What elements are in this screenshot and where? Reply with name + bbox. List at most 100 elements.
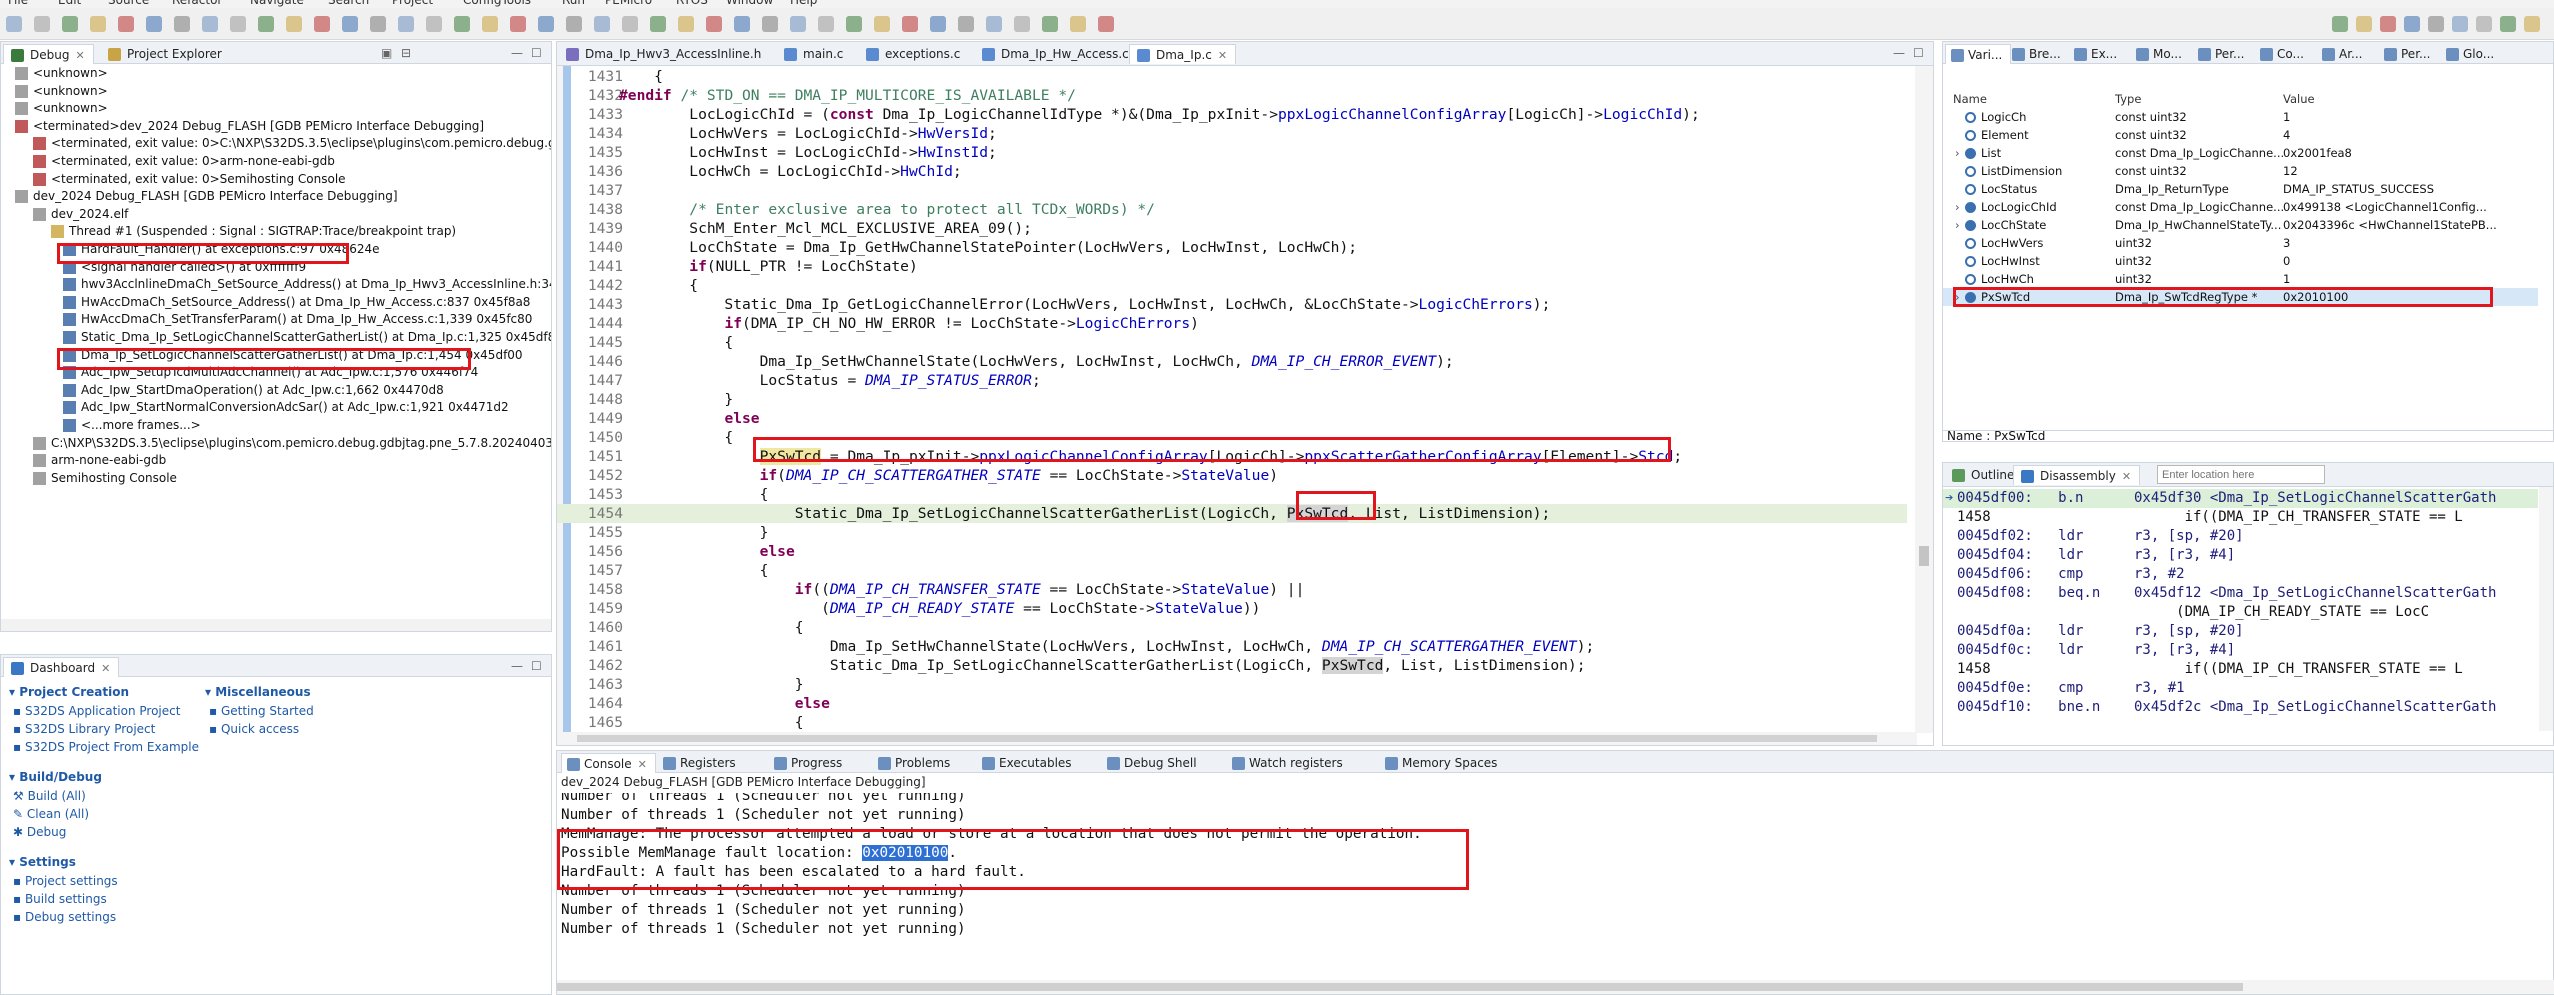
tab-debug-shell[interactable]: Debug Shell bbox=[1102, 753, 1205, 773]
toolbar-icon[interactable] bbox=[286, 16, 302, 32]
tab-watch-registers[interactable]: Watch registers bbox=[1227, 753, 1351, 773]
clean-all-link[interactable]: ✎ Clean (All) bbox=[13, 807, 89, 821]
tab-main-c[interactable]: main.c bbox=[777, 44, 851, 64]
editor-vscrollbar[interactable] bbox=[1915, 66, 1933, 733]
toolbar-icon[interactable] bbox=[566, 16, 582, 32]
disassembly-line[interactable]: 0045df08: beq.n 0x45df12 <Dma_Ip_SetLogi… bbox=[1943, 584, 2538, 603]
toolbar-icon[interactable] bbox=[874, 16, 890, 32]
variable-row[interactable]: LocStatus Dma_Ip_ReturnType DMA_IP_STATUS_… bbox=[1943, 180, 2538, 198]
toolbar-icon[interactable] bbox=[2428, 16, 2444, 32]
disassembly-line[interactable]: 0045df0a: ldr r3, [sp, #20] bbox=[1943, 622, 2538, 641]
minimize-icon[interactable]: — bbox=[511, 46, 523, 60]
s32ds-project-from-example-link[interactable]: ▪ S32DS Project From Example bbox=[13, 740, 199, 754]
tab-per[interactable]: Per... bbox=[2193, 44, 2252, 64]
settings-heading[interactable]: ▾ Settings bbox=[9, 855, 76, 869]
toolbar-icon[interactable] bbox=[930, 16, 946, 32]
expand-icon[interactable]: › bbox=[1955, 146, 1960, 160]
menu-item-file[interactable]: File bbox=[8, 0, 28, 7]
close-icon[interactable]: ✕ bbox=[1218, 49, 1227, 62]
toolbar-icon[interactable] bbox=[538, 16, 554, 32]
toolbar-icon[interactable] bbox=[734, 16, 750, 32]
toolbar-icon[interactable] bbox=[230, 16, 246, 32]
disassembly-vscrollbar[interactable] bbox=[2539, 487, 2553, 731]
editor-hscrollbar[interactable] bbox=[557, 732, 1917, 745]
menu-item-edit[interactable]: Edit bbox=[58, 0, 81, 7]
variable-row[interactable]: › List const Dma_Ip_LogicChanne... 0x2001fe… bbox=[1943, 144, 2538, 162]
variable-row[interactable]: LogicCh const uint32 1 bbox=[1943, 108, 2538, 126]
debug-settings-link[interactable]: ▪ Debug settings bbox=[13, 910, 116, 924]
toolbar-icon[interactable] bbox=[482, 16, 498, 32]
build-all-link[interactable]: ⚒ Build (All) bbox=[13, 789, 86, 803]
tab-debug[interactable]: Debug ✕ bbox=[3, 44, 94, 64]
maximize-icon[interactable]: ☐ bbox=[531, 659, 542, 673]
toolbar-icon[interactable] bbox=[818, 16, 834, 32]
tab-vari[interactable]: Vari... bbox=[1945, 44, 2012, 64]
scrollbar-thumb[interactable] bbox=[557, 983, 2243, 991]
variable-row[interactable]: LocHwVers uint32 3 bbox=[1943, 234, 2538, 252]
close-icon[interactable]: ✕ bbox=[101, 662, 110, 675]
debug-view-hscrollbar[interactable] bbox=[1, 619, 551, 631]
toolbar-icon[interactable] bbox=[2452, 16, 2468, 32]
variable-row[interactable]: Element const uint32 4 bbox=[1943, 126, 2538, 144]
menu-item-project[interactable]: Project bbox=[392, 0, 433, 7]
tab-registers[interactable]: Registers bbox=[658, 753, 744, 773]
menu-item-source[interactable]: Source bbox=[108, 0, 149, 7]
close-icon[interactable]: ✕ bbox=[75, 49, 84, 62]
tab-progress[interactable]: Progress bbox=[769, 753, 850, 773]
toolbar-icon[interactable] bbox=[202, 16, 218, 32]
maximize-icon[interactable]: ☐ bbox=[1913, 46, 1924, 60]
toolbar-icon[interactable] bbox=[2500, 16, 2516, 32]
menu-item-refactor[interactable]: Refactor bbox=[172, 0, 222, 7]
tab-outline[interactable]: Outline bbox=[1945, 465, 2022, 485]
minimize-icon[interactable]: — bbox=[511, 659, 523, 673]
toolbar-icon[interactable] bbox=[846, 16, 862, 32]
tab-disassembly[interactable]: Disassembly ✕ bbox=[2013, 465, 2141, 485]
disassembly-line[interactable]: 0045df04: ldr r3, [r3, #4] bbox=[1943, 546, 2538, 565]
project-settings-link[interactable]: ▪ Project settings bbox=[13, 874, 118, 888]
toolbar-icon[interactable] bbox=[678, 16, 694, 32]
disassembly-line[interactable]: 1458 if((DMA_IP_CH_TRANSFER_STATE == L bbox=[1943, 508, 2538, 527]
toolbar-icon[interactable] bbox=[34, 16, 50, 32]
tab-problems[interactable]: Problems bbox=[873, 753, 958, 773]
view-menu-icon[interactable]: ▣ bbox=[381, 46, 392, 60]
disassembly-line[interactable]: 0045df02: ldr r3, [sp, #20] bbox=[1943, 527, 2538, 546]
toolbar-icon[interactable] bbox=[6, 16, 22, 32]
menu-item-pemicro[interactable]: PEMicro bbox=[605, 0, 652, 7]
debug-link[interactable]: ✱ Debug bbox=[13, 825, 66, 839]
collapse-all-icon[interactable]: ⊟ bbox=[401, 46, 411, 60]
column-type[interactable]: Type bbox=[2115, 92, 2141, 106]
toolbar-icon[interactable] bbox=[426, 16, 442, 32]
disassembly-line[interactable]: 0045df06: cmp r3, #2 bbox=[1943, 565, 2538, 584]
toolbar-icon[interactable] bbox=[258, 16, 274, 32]
menu-item-navigate[interactable]: Navigate bbox=[250, 0, 304, 7]
s32ds-library-project-link[interactable]: ▪ S32DS Library Project bbox=[13, 722, 155, 736]
scrollbar-thumb[interactable] bbox=[1919, 546, 1929, 566]
menu-item-window[interactable]: Window bbox=[726, 0, 773, 7]
tab-ar[interactable]: Ar... bbox=[2317, 44, 2370, 64]
build-settings-link[interactable]: ▪ Build settings bbox=[13, 892, 107, 906]
toolbar-icon[interactable] bbox=[1098, 16, 1114, 32]
disassembly-line[interactable]: 1458 if((DMA_IP_CH_TRANSFER_STATE == L bbox=[1943, 660, 2538, 679]
menu-item-search[interactable]: Search bbox=[328, 0, 369, 7]
location-input[interactable] bbox=[2157, 465, 2325, 484]
toolbar-icon[interactable] bbox=[454, 16, 470, 32]
tab-project-explorer[interactable]: Project Explorer bbox=[101, 44, 230, 64]
expand-icon[interactable]: › bbox=[1955, 218, 1960, 232]
toolbar-icon[interactable] bbox=[1070, 16, 1086, 32]
tab-dma-ip-hwv3-accessinline-h[interactable]: Dma_Ip_Hwv3_AccessInline.h bbox=[559, 44, 769, 64]
tab-per[interactable]: Per... bbox=[2379, 44, 2438, 64]
tab-glo[interactable]: Glo... bbox=[2441, 44, 2502, 64]
toolbar-icon[interactable] bbox=[314, 16, 330, 32]
toolbar-icon[interactable] bbox=[342, 16, 358, 32]
tab-console[interactable]: Console ✕ bbox=[561, 753, 656, 773]
toolbar-icon[interactable] bbox=[902, 16, 918, 32]
disassembly-line[interactable]: 0045df0c: ldr r3, [r3, #4] bbox=[1943, 641, 2538, 660]
menu-item-configtools[interactable]: ConfigTools bbox=[463, 0, 531, 7]
tab-exceptions-c[interactable]: exceptions.c bbox=[859, 44, 968, 64]
variable-row[interactable]: LocHwInst uint32 0 bbox=[1943, 252, 2538, 270]
selected-fault-address[interactable]: 0x02010100 bbox=[862, 845, 949, 861]
toolbar-icon[interactable] bbox=[398, 16, 414, 32]
menu-item-rtos[interactable]: RTOS bbox=[676, 0, 708, 7]
tab-co[interactable]: Co... bbox=[2255, 44, 2312, 64]
getting-started-link[interactable]: ▪ Getting Started bbox=[209, 704, 314, 718]
